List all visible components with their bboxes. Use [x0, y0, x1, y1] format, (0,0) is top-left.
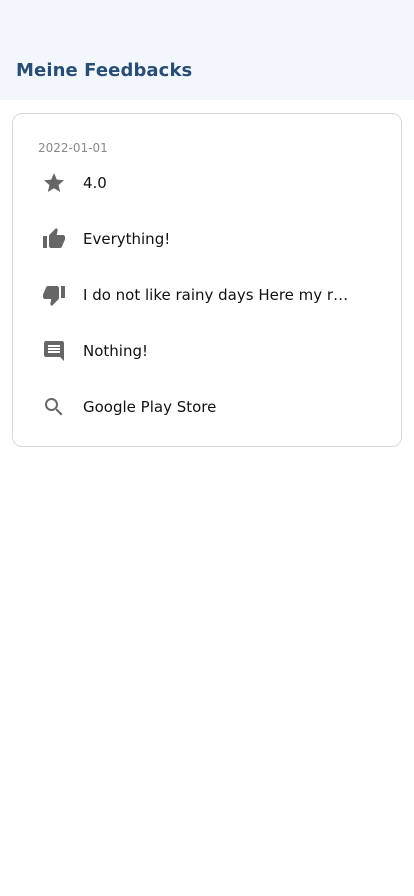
page-title: Meine Feedbacks — [16, 60, 193, 81]
feedback-card[interactable]: 2022-01-01 4.0 Everything! I do not like… — [12, 113, 402, 447]
thumb-down-icon — [40, 281, 68, 309]
comment-text: Nothing! — [83, 342, 148, 360]
thumb-up-icon — [40, 225, 68, 253]
source-text: Google Play Store — [83, 398, 217, 416]
dislikes-row: I do not like rainy days Here my r… — [40, 281, 380, 309]
rating-value: 4.0 — [83, 174, 107, 192]
source-row: Google Play Store — [40, 393, 380, 421]
likes-text: Everything! — [83, 230, 171, 248]
rating-row: 4.0 — [40, 169, 380, 197]
dislikes-text: I do not like rainy days Here my r… — [83, 286, 349, 304]
star-icon — [40, 169, 68, 197]
likes-row: Everything! — [40, 225, 380, 253]
search-icon — [40, 393, 68, 421]
app-header: Meine Feedbacks — [0, 0, 414, 100]
comment-icon — [40, 337, 68, 365]
feedback-date: 2022-01-01 — [38, 141, 108, 155]
comment-row: Nothing! — [40, 337, 380, 365]
